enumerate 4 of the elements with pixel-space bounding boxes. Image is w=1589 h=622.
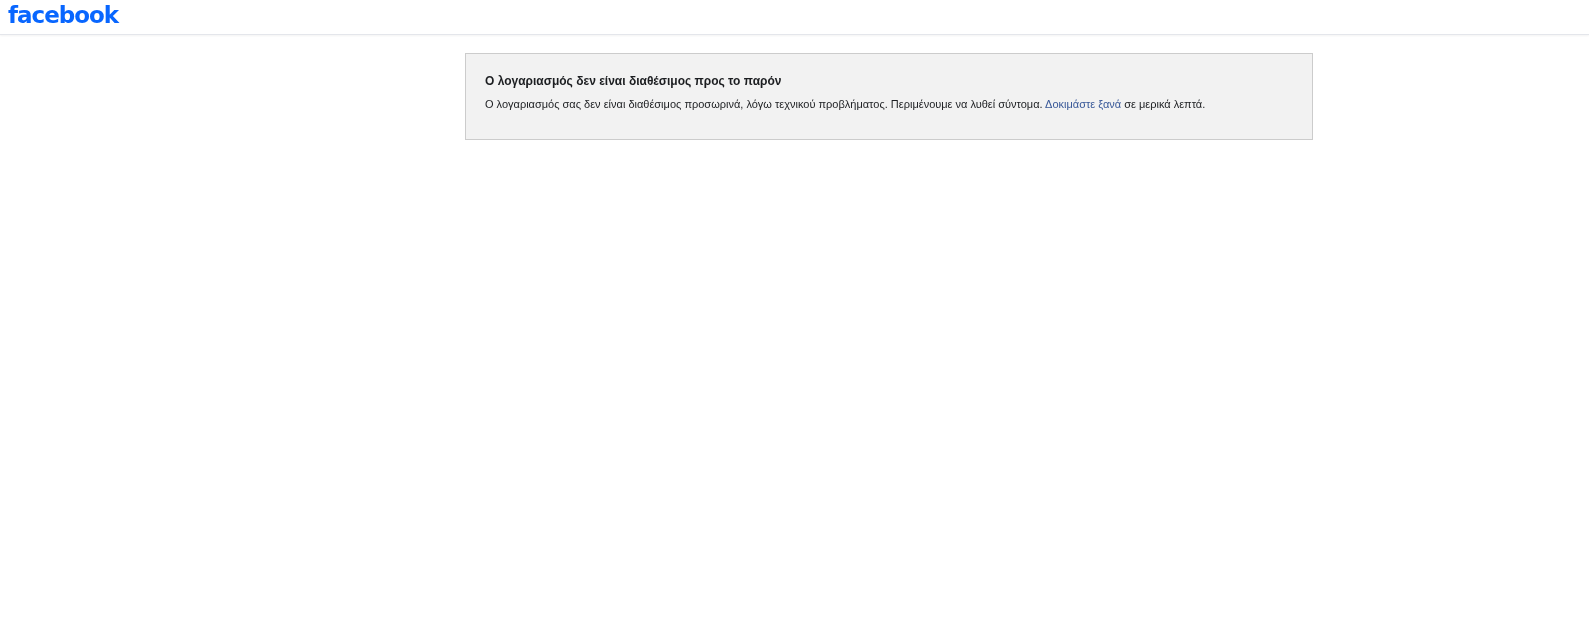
retry-link[interactable]: Δοκιμάστε ξανά bbox=[1045, 98, 1122, 110]
notice-title: Ο λογαριασμός δεν είναι διαθέσιμος προς το παρόν bbox=[485, 73, 783, 89]
logo[interactable]: facebook bbox=[8, 2, 119, 28]
notice-message: Ο λογαριασμός σας δεν είναι διαθέσιμος προσωρινά, λόγω τεχνικού προβλήματος. Περιμένουμε να λυθεί σύντομα. Δοκιμάστε ξανά σε μερικά λεπτά. bbox=[485, 97, 1207, 111]
